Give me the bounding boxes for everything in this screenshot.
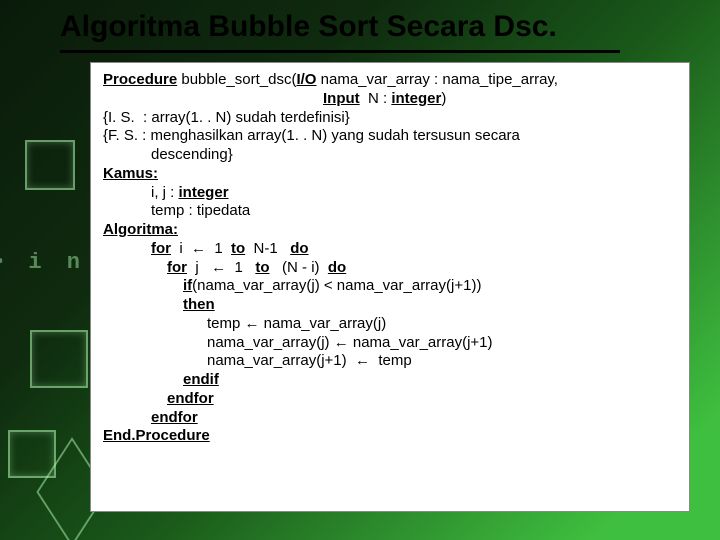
algoritma-heading: Algoritma: (103, 221, 677, 240)
proc-signature-line1: Procedure bubble_sort_dsc(I/O nama_var_a… (103, 71, 677, 90)
kw-endif: endif (103, 371, 677, 390)
stmt-2: nama_var_array(j) ← nama_var_array(j+1) (103, 334, 677, 353)
kw-for: for (151, 240, 171, 257)
for-inner-end: (N - i) (270, 259, 328, 276)
kw-integer-2: integer (179, 184, 229, 201)
proc-params-1: nama_var_array : nama_tipe_array, (316, 71, 558, 88)
title-underline (60, 50, 620, 53)
kw-do-2: do (328, 259, 346, 276)
initial-state: {I. S. : array(1. . N) sudah terdefinisi… (103, 109, 677, 128)
proc-signature-line2: Input N : integer) (103, 90, 677, 109)
final-state-1: {F. S. : menghasilkan array(1. . N) yang… (103, 127, 677, 146)
kamus-heading: Kamus: (103, 165, 677, 184)
slide-title: Algoritma Bubble Sort Secara Dsc. (60, 10, 680, 44)
kw-endfor-outer: endfor (103, 409, 677, 428)
input-var: N : (360, 90, 392, 107)
kw-endfor-inner: endfor (103, 390, 677, 409)
stmt-3: nama_var_array(j+1) ← temp (103, 352, 677, 371)
final-state-2: descending} (103, 146, 677, 165)
kw-procedure: Procedure (103, 71, 177, 88)
kamus-line-1: i, j : integer (103, 184, 677, 203)
kw-input: Input (323, 90, 360, 107)
kw-to: to (231, 240, 245, 257)
proc-name: bubble_sort_dsc( (177, 71, 296, 88)
for-outer: for i ← 1 to N-1 do (103, 240, 677, 259)
kw-to-2: to (255, 259, 269, 276)
kamus-vars-ij: i, j : (151, 184, 179, 201)
kw-for-2: for (167, 259, 187, 276)
deco-square (30, 330, 88, 388)
kw-integer: integer (391, 90, 441, 107)
paren-close: ) (441, 90, 446, 107)
kw-io: I/O (296, 71, 316, 88)
algorithm-body: Procedure bubble_sort_dsc(I/O nama_var_a… (90, 62, 690, 512)
for-outer-var: i ← 1 (171, 240, 231, 257)
if-condition: (nama_var_array(j) < nama_var_array(j+1)… (192, 277, 481, 294)
kw-do: do (290, 240, 308, 257)
for-inner: for j ← 1 to (N - i) do (103, 259, 677, 278)
kw-endprocedure: End.Procedure (103, 427, 677, 446)
slide: > i n t Algoritma Bubble Sort Secara Dsc… (0, 0, 720, 540)
deco-square (25, 140, 75, 190)
if-line: if(nama_var_array(j) < nama_var_array(j+… (103, 277, 677, 296)
for-outer-end: N-1 (245, 240, 290, 257)
kw-if: if (183, 277, 192, 294)
for-inner-var: j ← 1 (187, 259, 255, 276)
kamus-line-2: temp : tipedata (103, 202, 677, 221)
stmt-1: temp ← nama_var_array(j) (103, 315, 677, 334)
kw-then: then (103, 296, 677, 315)
